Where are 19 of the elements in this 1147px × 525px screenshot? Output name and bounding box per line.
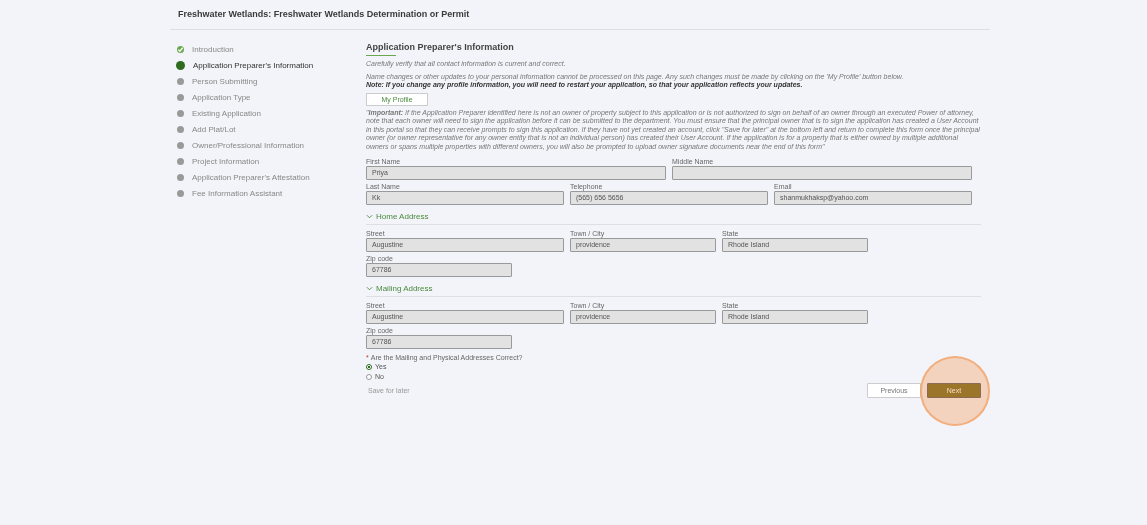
step-item[interactable]: Owner/Professional Information	[192, 140, 305, 150]
page-title: Freshwater Wetlands: Freshwater Wetlands Determination or Permit	[177, 9, 471, 19]
radio-button[interactable]	[366, 363, 372, 370]
step-item[interactable]: Introduction	[192, 44, 234, 54]
radio-button[interactable]	[366, 373, 372, 380]
chevron-icon[interactable]	[366, 212, 373, 220]
step-item[interactable]: Application Type	[192, 92, 251, 102]
step-item[interactable]: Person Submitting	[192, 76, 258, 86]
step-item[interactable]: Project Information	[192, 156, 260, 166]
step-item[interactable]: Fee Information Assistant	[192, 188, 283, 198]
step-item[interactable]: Add Plat/Lot	[192, 124, 236, 134]
chevron-icon[interactable]	[366, 284, 373, 292]
step-item[interactable]: Application Preparer's Attestation	[192, 172, 310, 182]
section-heading: Application Preparer's Information	[366, 42, 515, 52]
section-toggle[interactable]: Home Address	[376, 211, 429, 221]
section-toggle[interactable]: Mailing Address	[376, 283, 433, 293]
step-item[interactable]: Existing Application	[192, 108, 261, 118]
step-item[interactable]: Application Preparer's Information	[193, 60, 314, 70]
input-field[interactable]	[672, 166, 972, 180]
